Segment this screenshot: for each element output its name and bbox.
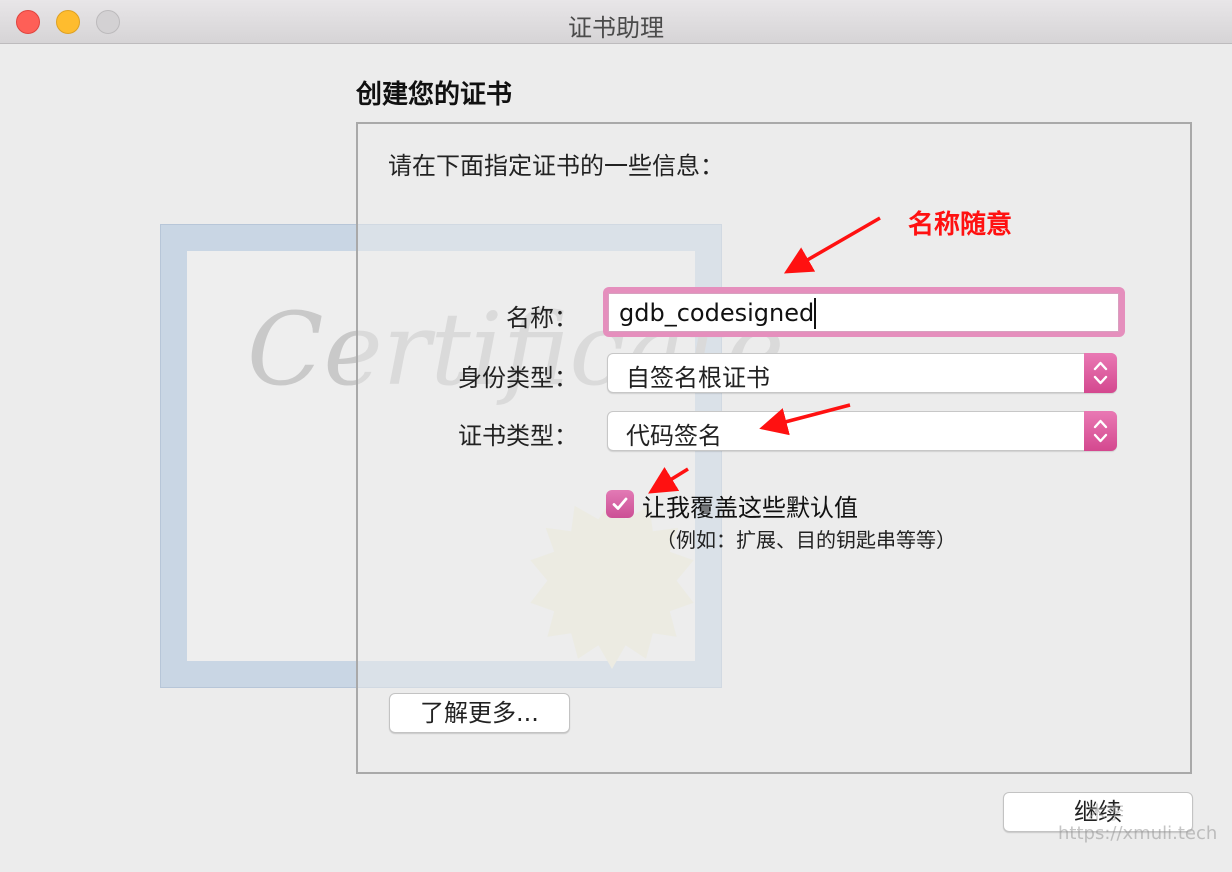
learn-more-button[interactable]: 了解更多...: [389, 693, 570, 733]
window-title: 证书助理: [568, 14, 664, 42]
form-intro: 请在下面指定证书的一些信息：: [388, 152, 724, 180]
annotation-name-note: 名称随意: [908, 210, 1013, 240]
chevron-updown-icon[interactable]: [1084, 411, 1117, 451]
title-bar: 证书助理: [0, 0, 1232, 44]
name-label: 名称：: [506, 304, 578, 332]
watermark: 木李 https://xmuli.tech: [1058, 804, 1217, 844]
page-heading: 创建您的证书: [356, 80, 513, 110]
watermark-url: https://xmuli.tech: [1058, 823, 1218, 844]
cert-type-label: 证书类型：: [458, 422, 578, 450]
name-input[interactable]: [608, 293, 1119, 332]
cert-type-value: 代码签名: [626, 422, 722, 450]
cert-type-select[interactable]: 代码签名: [607, 411, 1117, 451]
text-caret: [814, 298, 816, 329]
checkmark-icon: [612, 497, 628, 510]
watermark-name: 木李: [1088, 803, 1124, 824]
override-defaults-checkbox[interactable]: [606, 490, 634, 518]
identity-type-value: 自签名根证书: [626, 364, 770, 392]
identity-type-select[interactable]: 自签名根证书: [607, 353, 1117, 393]
identity-type-label: 身份类型：: [458, 364, 578, 392]
chevron-updown-icon[interactable]: [1084, 353, 1117, 393]
override-defaults-hint: （例如：扩展、目的钥匙串等等）: [656, 528, 956, 552]
override-defaults-label[interactable]: 让我覆盖这些默认值: [642, 488, 858, 523]
